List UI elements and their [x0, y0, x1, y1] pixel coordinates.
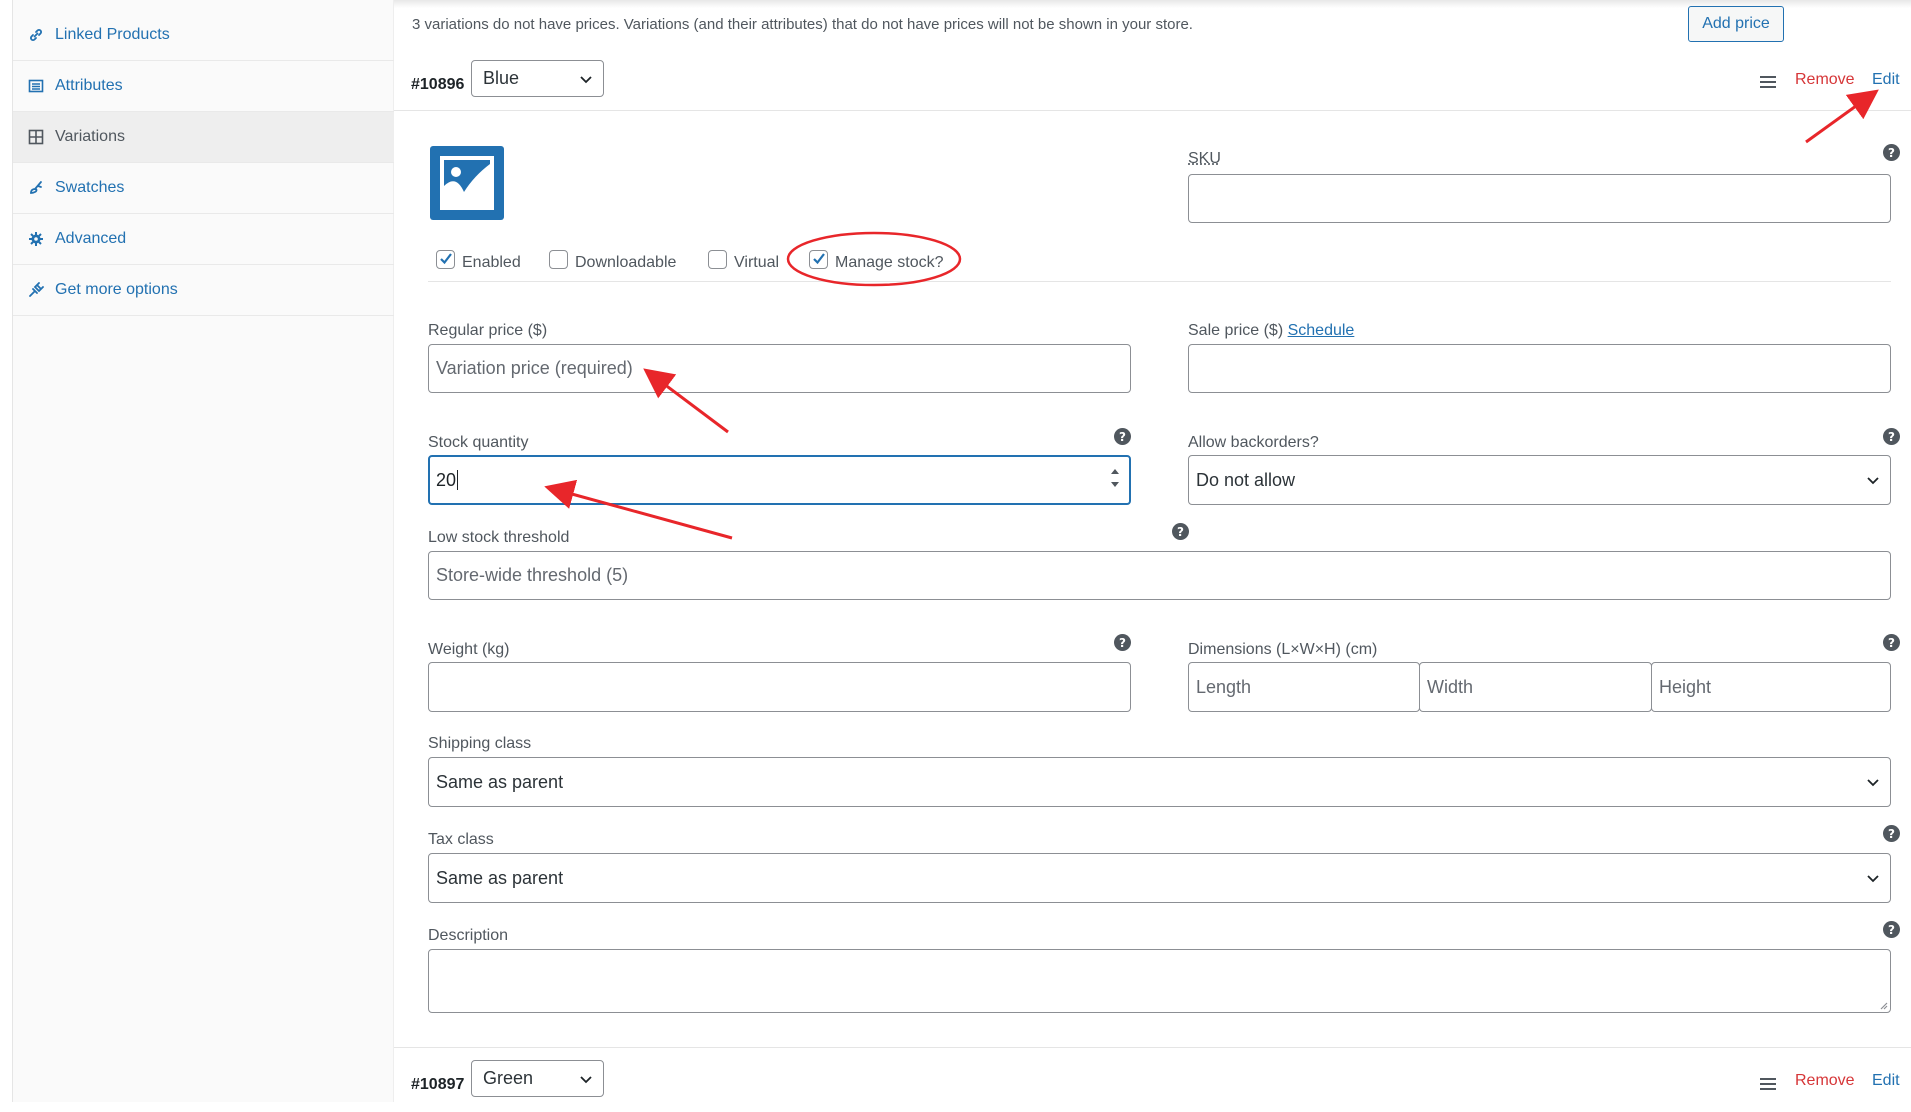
gear-icon [27, 230, 45, 248]
stock-quantity-input[interactable]: 20 [428, 455, 1131, 505]
sale-price-label: Sale price ($) Schedule [1188, 322, 1354, 340]
virtual-checkbox[interactable] [708, 250, 727, 269]
swatch-icon [27, 179, 45, 197]
tax-class-value: Same as parent [436, 868, 563, 889]
description-label: Description [428, 927, 508, 945]
help-icon[interactable]: ? [1883, 428, 1900, 445]
divider [394, 1047, 1911, 1048]
regular-price-input[interactable]: Variation price (required) [428, 344, 1131, 393]
sidebar-item-label: Swatches [55, 179, 124, 197]
variation-header[interactable]: #10897 Green Remove Edit [394, 1060, 1911, 1112]
top-shadow [394, 0, 1911, 8]
stock-quantity-label: Stock quantity [428, 434, 529, 452]
weight-label: Weight (kg) [428, 641, 510, 659]
sale-price-label-text: Sale price ($) [1188, 322, 1283, 339]
resize-handle-icon[interactable] [1878, 1000, 1888, 1010]
variation-image-upload[interactable] [430, 146, 504, 220]
check-icon [811, 251, 827, 267]
grid-icon [27, 128, 45, 146]
variation-header[interactable]: #10896 Blue Remove Edit [394, 60, 1911, 112]
chevron-down-icon [1866, 473, 1880, 487]
edit-variation-link[interactable]: Edit [1872, 71, 1900, 89]
downloadable-checkbox[interactable] [549, 250, 568, 269]
help-icon[interactable]: ? [1114, 428, 1131, 445]
help-icon[interactable]: ? [1883, 634, 1900, 651]
sale-price-input[interactable] [1188, 344, 1891, 393]
image-placeholder-icon [430, 146, 504, 220]
variations-panel: 3 variations do not have prices. Variati… [394, 0, 1911, 1102]
sidebar-item-label: Advanced [55, 230, 126, 248]
regular-price-label: Regular price ($) [428, 322, 547, 340]
drag-handle-icon[interactable] [1760, 1078, 1776, 1090]
help-icon[interactable]: ? [1883, 144, 1900, 161]
stock-quantity-value: 20 [436, 470, 456, 491]
variation-attribute-value: Green [483, 1068, 533, 1089]
text-cursor [457, 470, 458, 490]
remove-variation-link[interactable]: Remove [1795, 1072, 1855, 1090]
link-icon [27, 26, 45, 44]
backorders-select[interactable]: Do not allow [1188, 455, 1891, 505]
sku-input[interactable] [1188, 174, 1891, 223]
weight-input[interactable] [428, 662, 1131, 712]
chevron-down-icon [1866, 775, 1880, 789]
drag-handle-icon[interactable] [1760, 76, 1776, 88]
sku-label: SKU [1188, 150, 1221, 168]
remove-variation-link[interactable]: Remove [1795, 71, 1855, 89]
sidebar-item-get-more-options[interactable]: Get more options [13, 265, 394, 316]
enabled-label: Enabled [462, 254, 521, 272]
variation-attribute-select[interactable]: Green [471, 1060, 604, 1097]
sidebar-item-label: Attributes [55, 77, 123, 95]
virtual-label: Virtual [734, 254, 779, 272]
sidebar-item-advanced[interactable]: Advanced [13, 214, 394, 265]
dimensions-label: Dimensions (L×W×H) (cm) [1188, 641, 1377, 659]
help-icon[interactable]: ? [1883, 825, 1900, 842]
sidebar-item-attributes[interactable]: Attributes [13, 61, 394, 112]
variation-attribute-select[interactable]: Blue [471, 60, 604, 97]
height-input[interactable]: Height [1651, 662, 1891, 712]
edit-variation-link[interactable]: Edit [1872, 1072, 1900, 1090]
help-icon[interactable]: ? [1172, 523, 1189, 540]
variation-id: #10896 [411, 76, 464, 94]
sidebar-item-variations[interactable]: Variations [13, 112, 394, 163]
tax-class-label: Tax class [428, 831, 494, 849]
sidebar-item-label: Get more options [55, 281, 178, 299]
enabled-checkbox[interactable] [436, 250, 455, 269]
shipping-class-label: Shipping class [428, 735, 531, 753]
missing-prices-notice: 3 variations do not have prices. Variati… [412, 16, 1193, 33]
product-data-sidebar: Linked Products Attributes Variations Sw… [12, 0, 394, 1102]
manage-stock-checkbox[interactable] [809, 250, 828, 269]
plug-icon [27, 281, 45, 299]
list-icon [27, 77, 45, 95]
divider [394, 110, 1911, 111]
manage-stock-label: Manage stock? [835, 254, 944, 272]
help-icon[interactable]: ? [1883, 921, 1900, 938]
backorders-label: Allow backorders? [1188, 434, 1319, 452]
sidebar-item-swatches[interactable]: Swatches [13, 163, 394, 214]
schedule-link[interactable]: Schedule [1288, 322, 1355, 339]
backorders-value: Do not allow [1196, 470, 1295, 491]
low-stock-input[interactable]: Store-wide threshold (5) [428, 551, 1891, 600]
shipping-class-value: Same as parent [436, 772, 563, 793]
shipping-class-select[interactable]: Same as parent [428, 757, 1891, 807]
chevron-down-icon [579, 1072, 593, 1086]
downloadable-label: Downloadable [575, 254, 676, 272]
chevron-down-icon [579, 72, 593, 86]
check-icon [438, 251, 454, 267]
low-stock-label: Low stock threshold [428, 529, 569, 547]
divider [428, 281, 1891, 282]
variation-attribute-value: Blue [483, 68, 519, 89]
chevron-down-icon [1866, 871, 1880, 885]
width-input[interactable]: Width [1419, 662, 1652, 712]
add-price-button[interactable]: Add price [1688, 6, 1784, 42]
tax-class-select[interactable]: Same as parent [428, 853, 1891, 903]
number-spinner-icon[interactable] [1109, 464, 1121, 492]
variation-id: #10897 [411, 1076, 464, 1094]
sidebar-item-linked-products[interactable]: Linked Products [13, 10, 394, 61]
length-input[interactable]: Length [1188, 662, 1420, 712]
sidebar-item-label: Variations [55, 128, 125, 146]
help-icon[interactable]: ? [1114, 634, 1131, 651]
sidebar-item-label: Linked Products [55, 26, 170, 44]
description-textarea[interactable] [428, 949, 1891, 1013]
